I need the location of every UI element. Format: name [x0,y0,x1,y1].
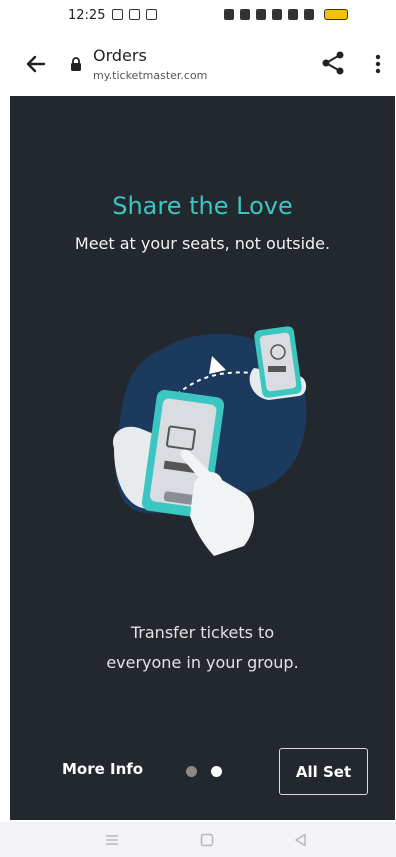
nfc-icon [224,9,234,20]
alarm-icon [240,9,250,20]
back-arrow-icon[interactable] [22,50,50,78]
vibrate-icon [256,9,266,20]
recent-apps-icon[interactable] [104,832,120,848]
more-vert-icon[interactable] [370,50,386,78]
lock-icon [71,57,81,71]
status-notification-icons [112,9,157,20]
notification-icon [146,9,157,20]
slide-subhead: Meet at your seats, not outside. [74,234,331,253]
status-system-icons [224,9,348,20]
battery-icon [324,9,348,20]
pagination-dot-active[interactable] [211,766,222,777]
notification-icon [129,9,140,20]
phone-transfer-illustration [113,326,307,556]
browser-top-bar: Orders my.ticketmaster.com [0,34,396,96]
status-bar: 12:25 [0,0,396,34]
page-title: Orders [93,46,147,65]
onboarding-panel: Share the Love Meet at your seats, not o… [10,96,395,820]
share-icon[interactable] [318,48,348,78]
network-icon [288,9,298,20]
pagination-dot-inactive[interactable] [186,766,197,777]
system-nav-bar [0,822,396,857]
status-time: 12:25 [68,8,106,23]
body-line: Transfer tickets to [130,623,275,642]
slide-body-text: Transfer tickets to everyone in your gro… [70,618,335,678]
notification-icon [112,9,123,20]
signal-icon [304,9,314,20]
more-info-button[interactable]: More Info [62,760,143,778]
pagination-dots [186,766,222,777]
body-line: everyone in your group. [106,653,299,672]
back-nav-icon[interactable] [293,832,309,848]
home-icon[interactable] [199,832,215,848]
all-set-button[interactable]: All Set [279,748,368,795]
wifi-icon [272,9,282,20]
slide-headline: Share the Love [112,192,293,220]
page-url: my.ticketmaster.com [93,69,208,82]
